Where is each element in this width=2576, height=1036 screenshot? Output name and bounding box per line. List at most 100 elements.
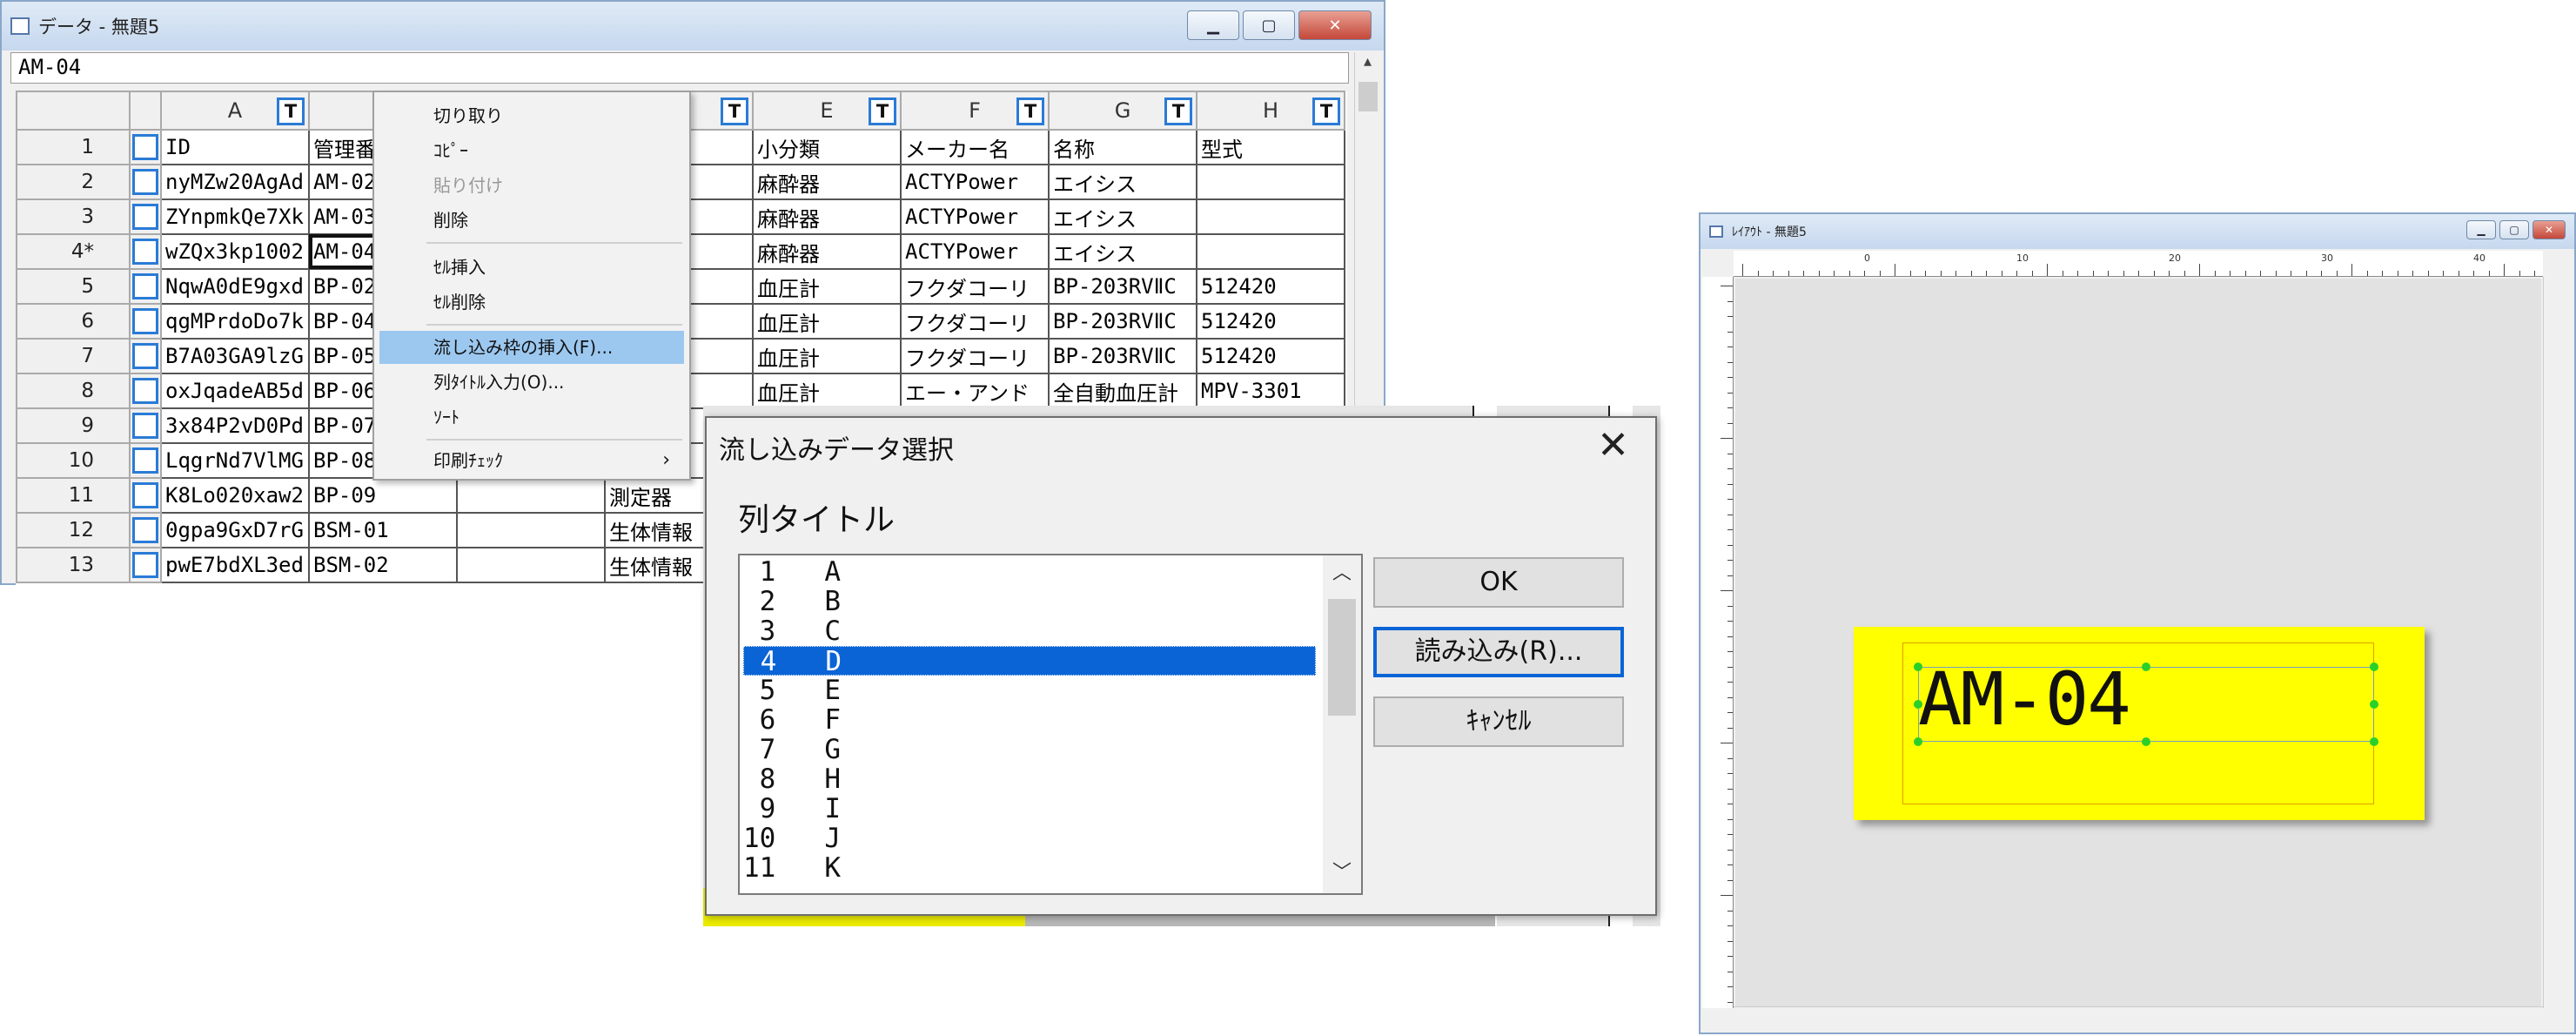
grid-cell[interactable]: 512420 (1196, 303, 1345, 340)
resize-handle[interactable] (2142, 663, 2150, 671)
grid-cell[interactable] (1196, 198, 1345, 235)
grid-cell[interactable]: エー・アンド (900, 373, 1050, 409)
grid-cell[interactable]: 小分類 (752, 129, 902, 165)
checkbox-icon[interactable] (132, 482, 158, 508)
grid-cell[interactable]: MPV-3301 (1196, 373, 1345, 409)
grid-cell[interactable]: 血圧計 (752, 373, 902, 409)
grid-cell[interactable]: 麻酔器 (752, 198, 902, 235)
grid-cell[interactable]: ACTYPower (900, 164, 1050, 200)
grid-cell[interactable]: BP-09 (308, 477, 458, 514)
checkbox-icon[interactable] (132, 134, 158, 160)
column-header[interactable]: ET (752, 91, 902, 131)
grid-cell[interactable]: 512420 (1196, 338, 1345, 374)
menu-item-insert-cell[interactable]: ｾﾙ挿入 (379, 251, 684, 284)
menu-item-print-check[interactable]: 印刷ﾁｪｯｸ › (379, 444, 684, 477)
grid-cell[interactable] (456, 477, 606, 514)
load-button[interactable]: 読み込み(R)... (1373, 627, 1624, 677)
column-header[interactable]: FT (900, 91, 1050, 131)
cancel-button[interactable]: ｷｬﾝｾﾙ (1373, 696, 1624, 747)
grid-cell[interactable]: エイシス (1048, 233, 1197, 270)
grid-cell[interactable]: ZYnpmkQe7Xk (160, 198, 310, 235)
checkbox-icon[interactable] (132, 343, 158, 369)
resize-handle[interactable] (2142, 737, 2150, 746)
grid-cell[interactable]: 名称 (1048, 129, 1197, 165)
grid-cell[interactable]: 血圧計 (752, 303, 902, 340)
grid-cell[interactable] (456, 547, 606, 583)
menu-item-delete-cell[interactable]: ｾﾙ削除 (379, 286, 684, 319)
row-header[interactable]: 9 (16, 407, 131, 444)
list-item[interactable]: 4 D (743, 646, 1316, 676)
grid-cell[interactable]: ACTYPower (900, 198, 1050, 235)
grid-cell[interactable]: フクダコーリ (900, 268, 1050, 305)
grid-cell[interactable]: 型式 (1196, 129, 1345, 165)
resize-handle[interactable] (2370, 700, 2378, 709)
grid-cell[interactable]: エイシス (1048, 198, 1197, 235)
text-type-icon[interactable]: T (869, 98, 896, 125)
resize-handle[interactable] (1914, 663, 1922, 671)
row-header[interactable]: 1 (16, 129, 131, 165)
ok-button[interactable]: OK (1373, 557, 1624, 608)
corner-cell[interactable] (16, 91, 131, 131)
list-item[interactable]: 7 G (743, 735, 1316, 764)
grid-cell[interactable]: 麻酔器 (752, 164, 902, 200)
grid-cell[interactable]: BSM-02 (308, 547, 458, 583)
column-header[interactable]: AT (160, 91, 310, 131)
list-item[interactable]: 3 C (743, 616, 1316, 646)
checkbox-icon[interactable] (132, 273, 158, 299)
checkbox-icon[interactable] (132, 204, 158, 230)
maximize-button[interactable]: ▢ (1243, 10, 1295, 40)
close-button[interactable]: ✕ (1298, 10, 1372, 40)
row-header[interactable]: 5 (16, 268, 131, 305)
list-item[interactable]: 2 B (743, 587, 1316, 616)
row-header[interactable]: 11 (16, 477, 131, 514)
layout-horizontal-scrollbar[interactable] (1734, 1006, 2543, 1033)
grid-cell[interactable]: 全自動血圧計 (1048, 373, 1197, 409)
resize-handle[interactable] (2370, 737, 2378, 746)
text-type-icon[interactable]: T (1164, 98, 1192, 125)
column-header[interactable]: HT (1196, 91, 1345, 131)
resize-handle[interactable] (2370, 663, 2378, 671)
chevron-down-icon[interactable]: ﹀ (1323, 857, 1361, 891)
formula-bar[interactable]: AM-04 (10, 52, 1349, 84)
grid-cell[interactable]: B7A03GA9lzG (160, 338, 310, 374)
listbox-scroll-thumb[interactable] (1328, 599, 1356, 716)
checkbox-icon[interactable] (132, 413, 158, 439)
checkbox-icon[interactable] (132, 552, 158, 578)
grid-cell[interactable] (1196, 164, 1345, 200)
grid-cell[interactable]: 血圧計 (752, 338, 902, 374)
label-card[interactable]: AM-04 (1854, 627, 2425, 820)
row-header[interactable]: 8 (16, 373, 131, 409)
grid-cell[interactable]: ACTYPower (900, 233, 1050, 270)
minimize-button[interactable]: ▁ (2466, 220, 2496, 239)
checkbox-icon[interactable] (132, 517, 158, 543)
row-header[interactable]: 7 (16, 338, 131, 374)
list-item[interactable]: 10 J (743, 824, 1316, 853)
list-item[interactable]: 1 A (743, 557, 1316, 587)
row-header[interactable]: 10 (16, 442, 131, 479)
chevron-up-icon[interactable]: ▴ (1355, 52, 1380, 78)
menu-item-column-title-input[interactable]: 列ﾀｲﾄﾙ入力(O)... (379, 366, 684, 399)
menu-item-paste[interactable]: 貼り付け (379, 169, 684, 202)
list-item[interactable]: 11 K (743, 853, 1316, 883)
column-header[interactable]: GT (1048, 91, 1197, 131)
checkbox-icon[interactable] (132, 308, 158, 334)
resize-handle[interactable] (1914, 700, 1922, 709)
grid-cell[interactable]: BP-203RVⅡC (1048, 268, 1197, 305)
resize-handle[interactable] (1914, 737, 1922, 746)
layout-window-titlebar[interactable]: ﾚｲｱｳﾄ - 無題5 ▁ ▢ ✕ (1701, 214, 2574, 249)
grid-cell[interactable]: wZQx3kp1002 (160, 233, 310, 270)
grid-cell[interactable]: フクダコーリ (900, 338, 1050, 374)
grid-cell[interactable]: BSM-01 (308, 512, 458, 548)
close-icon[interactable]: ✕ (1597, 423, 1629, 468)
grid-cell[interactable]: oxJqadeAB5d (160, 373, 310, 409)
menu-item-copy[interactable]: ｺﾋﾟｰ (379, 134, 684, 167)
grid-cell[interactable]: 0gpa9GxD7rG (160, 512, 310, 548)
text-type-icon[interactable]: T (1312, 98, 1340, 125)
text-type-icon[interactable]: T (1016, 98, 1044, 125)
list-item[interactable]: 9 I (743, 794, 1316, 824)
grid-cell[interactable]: NqwA0dE9gxd (160, 268, 310, 305)
grid-cell[interactable]: エイシス (1048, 164, 1197, 200)
list-item[interactable]: 6 F (743, 705, 1316, 735)
menu-item-cut[interactable]: 切り取り (379, 99, 684, 132)
column-title-listbox[interactable]: 1 A 2 B 3 C 4 D 5 E 6 F 7 G 8 H 9 I 10 J1… (738, 554, 1363, 895)
